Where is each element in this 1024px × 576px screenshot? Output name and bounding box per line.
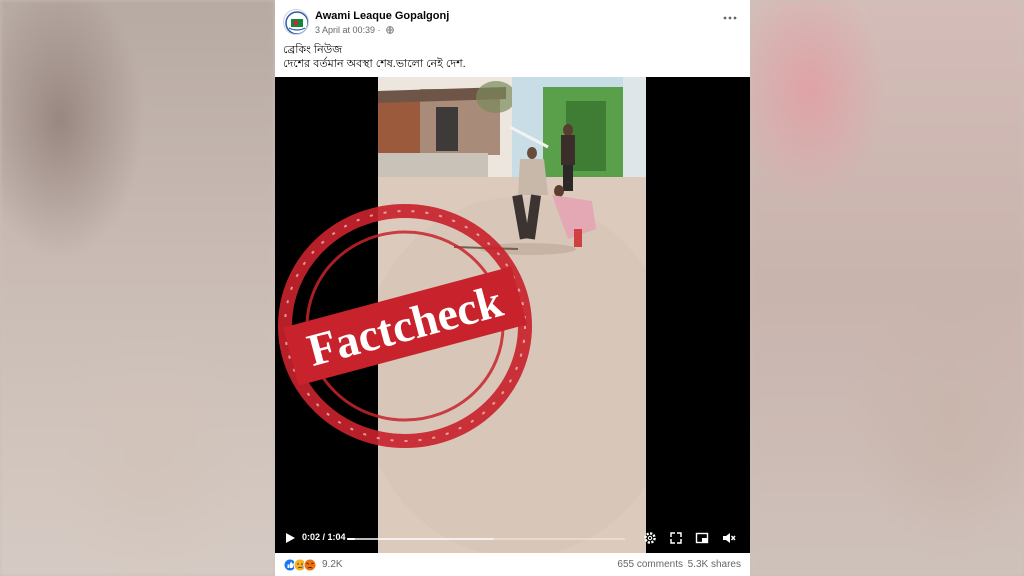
post-header: Awami Leaque Gopalgonj 3 April at 00:39 … bbox=[275, 0, 750, 40]
meta-separator: · bbox=[377, 25, 381, 35]
page-avatar[interactable] bbox=[283, 9, 309, 35]
ellipsis-icon bbox=[723, 16, 737, 20]
globe-icon bbox=[386, 26, 394, 34]
reaction-count[interactable]: 9.2K bbox=[322, 559, 343, 570]
reaction-icons[interactable] bbox=[283, 558, 323, 572]
shares-count[interactable]: 5.3K shares bbox=[688, 559, 741, 570]
fullscreen-icon[interactable] bbox=[669, 531, 683, 545]
time-separator: / bbox=[320, 532, 328, 542]
comments-count[interactable]: 655 comments bbox=[617, 559, 683, 570]
video-time: 0:02 / 1:04 bbox=[302, 532, 346, 542]
progress-buffered bbox=[347, 538, 495, 540]
blurred-background-right bbox=[750, 0, 1024, 576]
current-time: 0:02 bbox=[302, 532, 321, 542]
progress-played bbox=[347, 538, 356, 540]
more-options-icon[interactable] bbox=[722, 13, 738, 25]
mute-icon[interactable] bbox=[722, 531, 736, 545]
page-name[interactable]: Awami Leaque Gopalgonj bbox=[315, 10, 449, 22]
caption-line-2: দেশের বর্তমান অবস্থা শেষ.ভালো নেই দেশ. bbox=[283, 58, 466, 70]
caption-line-1: ব্রেকিং নিউজ bbox=[283, 44, 343, 56]
factcheck-stamp: Factcheck bbox=[278, 204, 532, 448]
post-meta: 3 April at 00:39 · bbox=[315, 25, 394, 35]
post-footer: 9.2K 655 comments 5.3K shares bbox=[275, 553, 750, 576]
stamp-label: Factcheck bbox=[302, 275, 508, 376]
duration: 1:04 bbox=[327, 532, 346, 542]
progress-bar[interactable] bbox=[347, 538, 625, 540]
settings-icon[interactable] bbox=[643, 531, 657, 545]
picture-in-picture-icon[interactable] bbox=[695, 531, 709, 545]
play-icon[interactable] bbox=[284, 532, 296, 544]
party-logo-icon bbox=[285, 11, 308, 34]
post-caption: ব্রেকিং নিউজ দেশের বর্তমান অবস্থা শেষ.ভা… bbox=[283, 43, 466, 71]
post-timestamp[interactable]: 3 April at 00:39 bbox=[315, 25, 375, 35]
blurred-background-left bbox=[0, 0, 275, 576]
angry-icon bbox=[303, 558, 317, 572]
reaction-icons-group bbox=[283, 558, 317, 572]
video-controls: 0:02 / 1:04 bbox=[275, 522, 750, 553]
